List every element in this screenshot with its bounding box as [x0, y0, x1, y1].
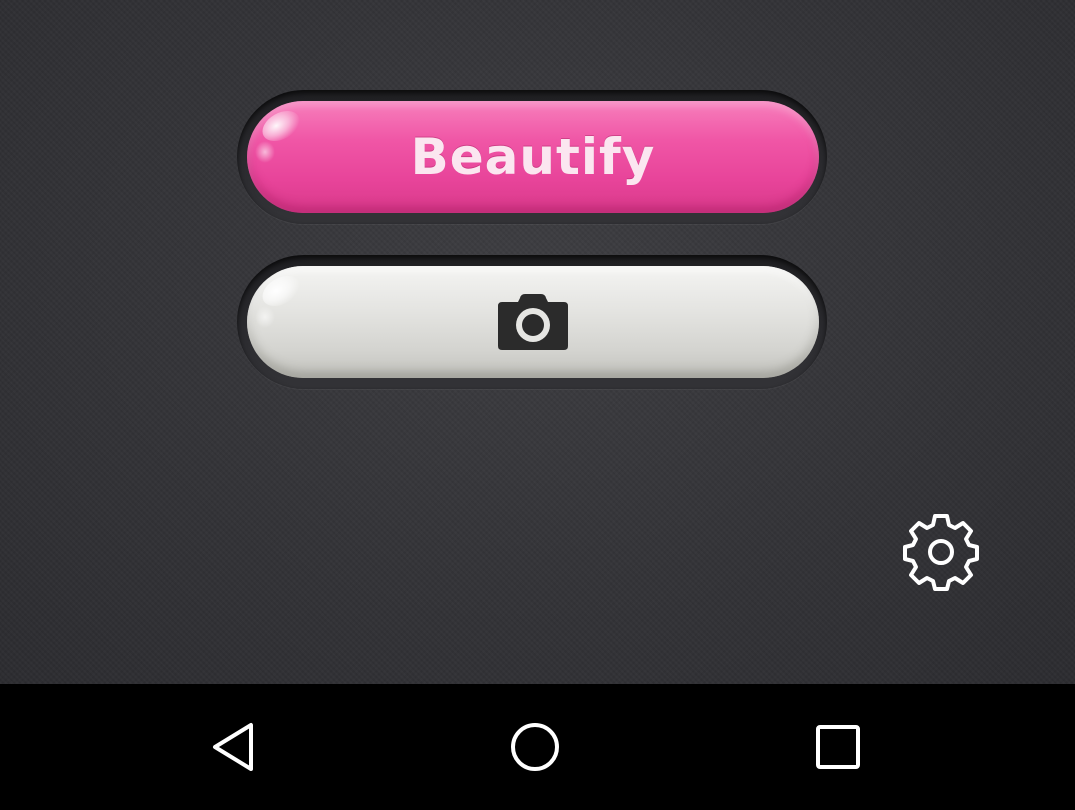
- system-navigation-bar: [0, 684, 1075, 810]
- beautify-button-label: Beautify: [410, 128, 656, 186]
- beautify-button-well: Beautify: [237, 90, 827, 224]
- recent-apps-square-icon: [816, 725, 860, 769]
- home-circle-icon: [511, 723, 559, 771]
- camera-icon: [498, 294, 568, 350]
- beautify-button[interactable]: Beautify: [247, 101, 819, 213]
- camera-button[interactable]: [247, 266, 819, 378]
- back-triangle-icon: [213, 723, 253, 771]
- nav-back-button[interactable]: [198, 714, 268, 780]
- phone-screen: Beautify: [0, 0, 1075, 810]
- gear-icon[interactable]: [900, 510, 982, 592]
- nav-home-button[interactable]: [500, 714, 570, 780]
- nav-recent-apps-button[interactable]: [803, 714, 873, 780]
- camera-button-well: [237, 255, 827, 389]
- app-main-area: Beautify: [0, 0, 1075, 684]
